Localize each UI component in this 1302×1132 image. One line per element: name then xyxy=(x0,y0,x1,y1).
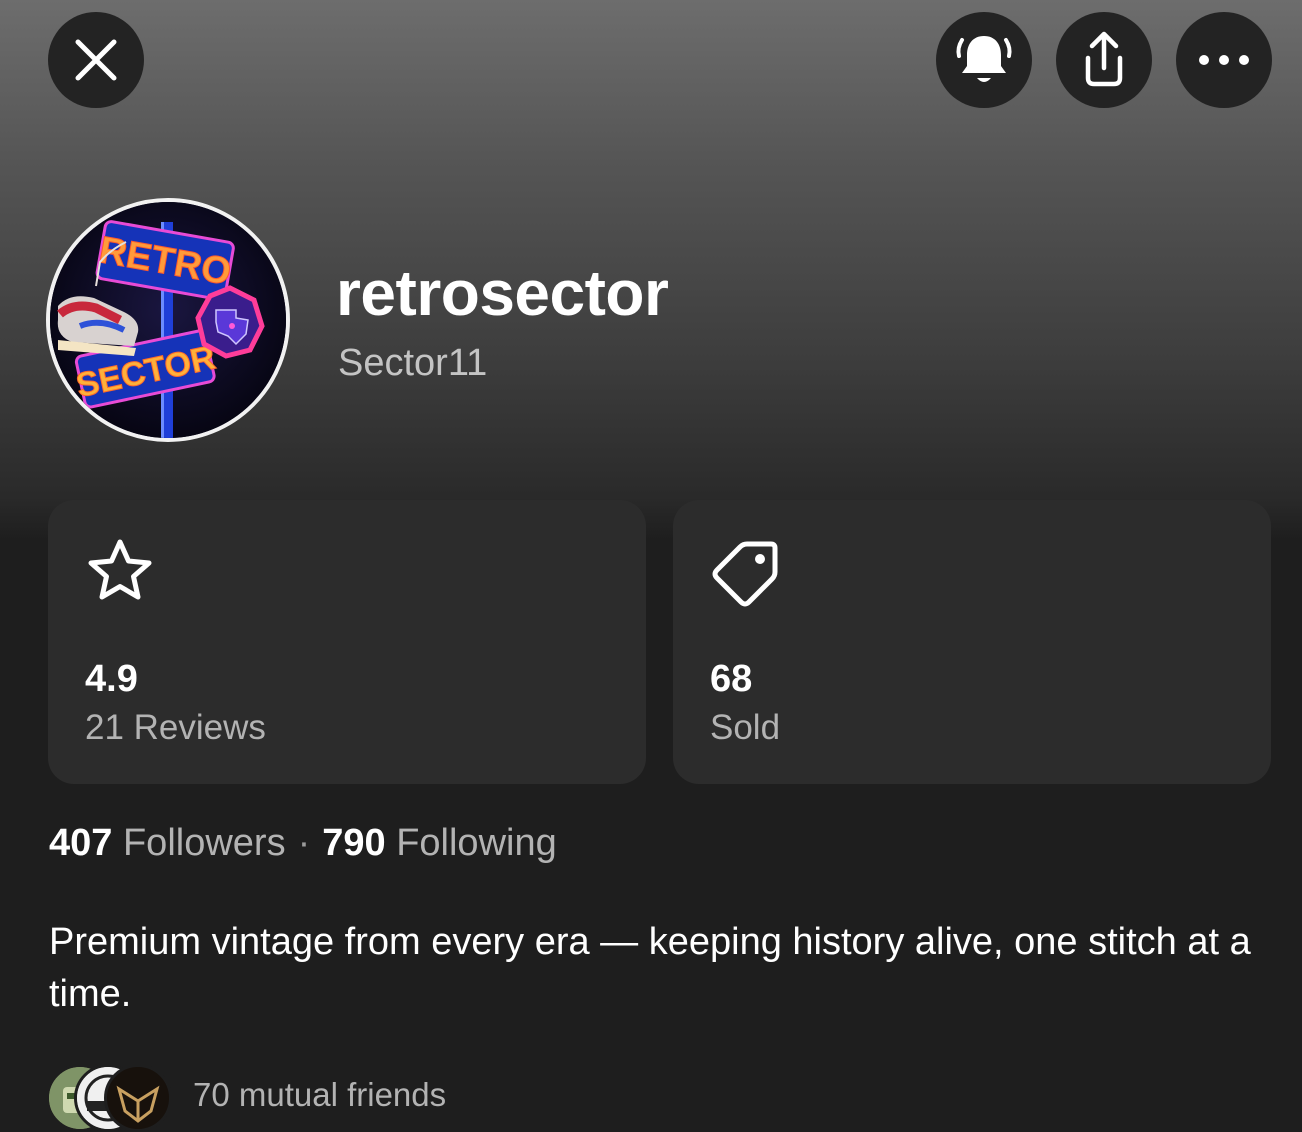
more-options-button[interactable] xyxy=(1176,12,1272,108)
share-icon xyxy=(1085,31,1123,87)
following-label: Following xyxy=(396,822,557,864)
follow-stats: 407 Followers · 790 Following xyxy=(49,822,557,865)
mutual-friends-avatars[interactable] xyxy=(46,1064,176,1132)
more-horizontal-icon xyxy=(1199,55,1249,65)
sold-value: 68 xyxy=(710,658,753,700)
reviews-count-label: 21 Reviews xyxy=(85,708,266,747)
separator-dot: · xyxy=(297,822,311,864)
profile-bio: Premium vintage from every era — keeping… xyxy=(49,921,1251,1015)
close-button[interactable] xyxy=(48,12,144,108)
followers-label: Followers xyxy=(122,822,286,864)
mutual-friends-text[interactable]: 70 mutual friends xyxy=(193,1076,446,1114)
share-button[interactable] xyxy=(1056,12,1152,108)
following-count: 790 xyxy=(322,822,386,864)
close-icon xyxy=(75,39,117,81)
followers-link[interactable]: 407 Followers xyxy=(49,822,286,864)
notifications-button[interactable] xyxy=(936,12,1032,108)
followers-count: 407 xyxy=(49,822,113,864)
sold-label: Sold xyxy=(710,708,781,747)
following-link[interactable]: 790 Following xyxy=(322,822,557,864)
rating-card[interactable]: 4.9 21 Reviews xyxy=(48,500,646,784)
tag-icon xyxy=(712,541,778,607)
profile-handle: Sector11 xyxy=(338,342,488,384)
profile-avatar[interactable]: RETRO SECTOR xyxy=(46,198,290,442)
star-icon xyxy=(88,539,152,600)
rating-value: 4.9 xyxy=(85,658,138,700)
bell-ring-icon xyxy=(956,36,1012,82)
profile-username: retrosector xyxy=(336,257,669,329)
sold-card[interactable]: 68 Sold xyxy=(673,500,1271,784)
